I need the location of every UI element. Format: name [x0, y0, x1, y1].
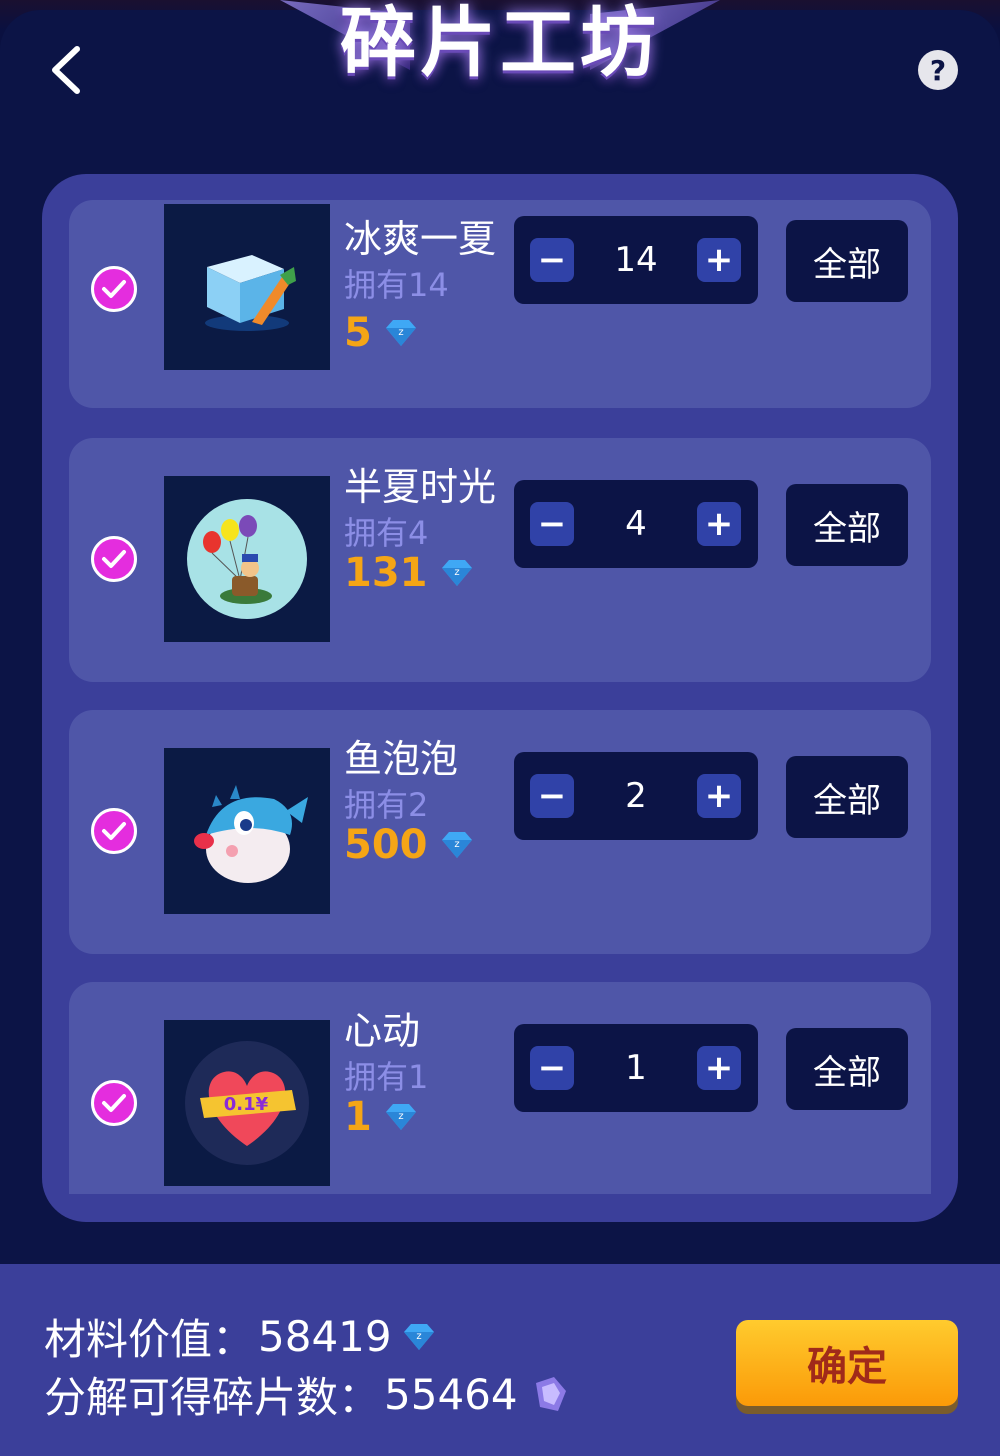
decrement-button[interactable]: −: [530, 238, 574, 282]
heart-badge-text: 0.1¥: [224, 1094, 269, 1115]
item-list-panel: 冰爽一夏 拥有14 5 z − 14 + 全部 半夏时光 拥有4 131 z −…: [42, 174, 958, 1222]
diamond-icon: z: [385, 1104, 416, 1130]
checkmark-icon: [102, 280, 126, 298]
svg-text:z: z: [454, 839, 459, 850]
item-owned-count: 拥有14: [344, 266, 449, 304]
item-thumbnail: [164, 476, 330, 642]
checkmark-icon: [102, 822, 126, 840]
item-checkbox[interactable]: [91, 266, 137, 312]
item-checkbox[interactable]: [91, 808, 137, 854]
increment-button[interactable]: +: [697, 238, 741, 282]
svg-text:z: z: [416, 1331, 421, 1342]
item-price-row: 500 z: [344, 822, 474, 868]
item-name: 心动: [344, 1009, 421, 1053]
quantity-value[interactable]: 2: [574, 752, 698, 840]
list-item: 0.1¥ 心动 拥有1 1 z − 1 + 全部: [69, 982, 931, 1194]
decrement-button[interactable]: −: [530, 774, 574, 818]
increment-button[interactable]: +: [697, 774, 741, 818]
increment-button[interactable]: +: [697, 502, 741, 546]
item-checkbox[interactable]: [91, 1080, 137, 1126]
shard-icon: [535, 1376, 566, 1411]
item-thumbnail: [164, 204, 330, 370]
select-all-button[interactable]: 全部: [786, 484, 908, 566]
item-price-row: 131 z: [344, 550, 474, 596]
item-price-row: 5 z: [344, 310, 418, 356]
item-owned-count: 拥有4: [344, 514, 429, 552]
quantity-stepper: − 2 +: [514, 752, 758, 840]
material-value-label: 材料价值：: [44, 1315, 255, 1364]
quantity-stepper: − 14 +: [514, 216, 758, 304]
list-item: 半夏时光 拥有4 131 z − 4 + 全部: [69, 438, 931, 682]
heart-icon: 0.1¥: [185, 1041, 309, 1165]
checkmark-icon: [102, 1094, 126, 1112]
item-price-row: 1 z: [344, 1094, 418, 1140]
shards-count-value: 55464: [384, 1370, 518, 1419]
item-price: 5: [344, 310, 372, 356]
item-price: 500: [344, 822, 428, 868]
item-owned-count: 拥有1: [344, 1058, 429, 1096]
item-name: 冰爽一夏: [344, 217, 497, 261]
shards-count-label: 分解可得碎片数：: [44, 1373, 381, 1422]
item-price: 1: [344, 1094, 372, 1140]
footer-bar: 材料价值： 58419 z 分解可得碎片数： 55464 确定: [0, 1264, 1000, 1456]
item-name: 半夏时光: [344, 465, 497, 509]
list-item: 鱼泡泡 拥有2 500 z − 2 + 全部: [69, 710, 931, 954]
diamond-icon: z: [403, 1323, 434, 1350]
material-value: 58419: [258, 1312, 392, 1361]
select-all-button[interactable]: 全部: [786, 1028, 908, 1110]
quantity-stepper: − 1 +: [514, 1024, 758, 1112]
confirm-button[interactable]: 确定: [736, 1320, 958, 1406]
select-all-button[interactable]: 全部: [786, 756, 908, 838]
diamond-icon: z: [385, 320, 416, 346]
quantity-value[interactable]: 4: [574, 480, 698, 568]
svg-text:z: z: [454, 567, 459, 578]
shards-count-line: 分解可得碎片数： 55464: [44, 1364, 572, 1425]
diamond-icon: z: [441, 560, 472, 586]
increment-button[interactable]: +: [697, 1046, 741, 1090]
list-item: 冰爽一夏 拥有14 5 z − 14 + 全部: [69, 200, 931, 408]
checkmark-icon: [102, 550, 126, 568]
back-button[interactable]: [36, 40, 96, 100]
quantity-value[interactable]: 1: [574, 1024, 698, 1112]
item-thumbnail: [164, 748, 330, 914]
item-name: 鱼泡泡: [344, 737, 459, 781]
quantity-value[interactable]: 14: [574, 216, 698, 304]
title-banner: 碎片工坊: [280, 0, 720, 100]
item-owned-count: 拥有2: [344, 786, 429, 824]
help-button[interactable]: ?: [918, 50, 958, 90]
page-title: 碎片工坊: [340, 0, 660, 87]
chevron-left-icon: [52, 46, 80, 94]
item-price: 131: [344, 550, 428, 596]
decrement-button[interactable]: −: [530, 502, 574, 546]
svg-text:z: z: [398, 1111, 403, 1122]
balloon-scene-icon: [187, 499, 307, 619]
decrement-button[interactable]: −: [530, 1046, 574, 1090]
item-list[interactable]: 冰爽一夏 拥有14 5 z − 14 + 全部 半夏时光 拥有4 131 z −…: [69, 200, 931, 1194]
diamond-icon: z: [441, 832, 472, 858]
pufferfish-icon: [194, 785, 308, 883]
ice-box-icon: [205, 255, 296, 331]
quantity-stepper: − 4 +: [514, 480, 758, 568]
item-checkbox[interactable]: [91, 536, 137, 582]
svg-text:z: z: [398, 327, 403, 338]
select-all-button[interactable]: 全部: [786, 220, 908, 302]
material-value-line: 材料价值： 58419 z: [44, 1306, 436, 1367]
item-thumbnail: 0.1¥: [164, 1020, 330, 1186]
